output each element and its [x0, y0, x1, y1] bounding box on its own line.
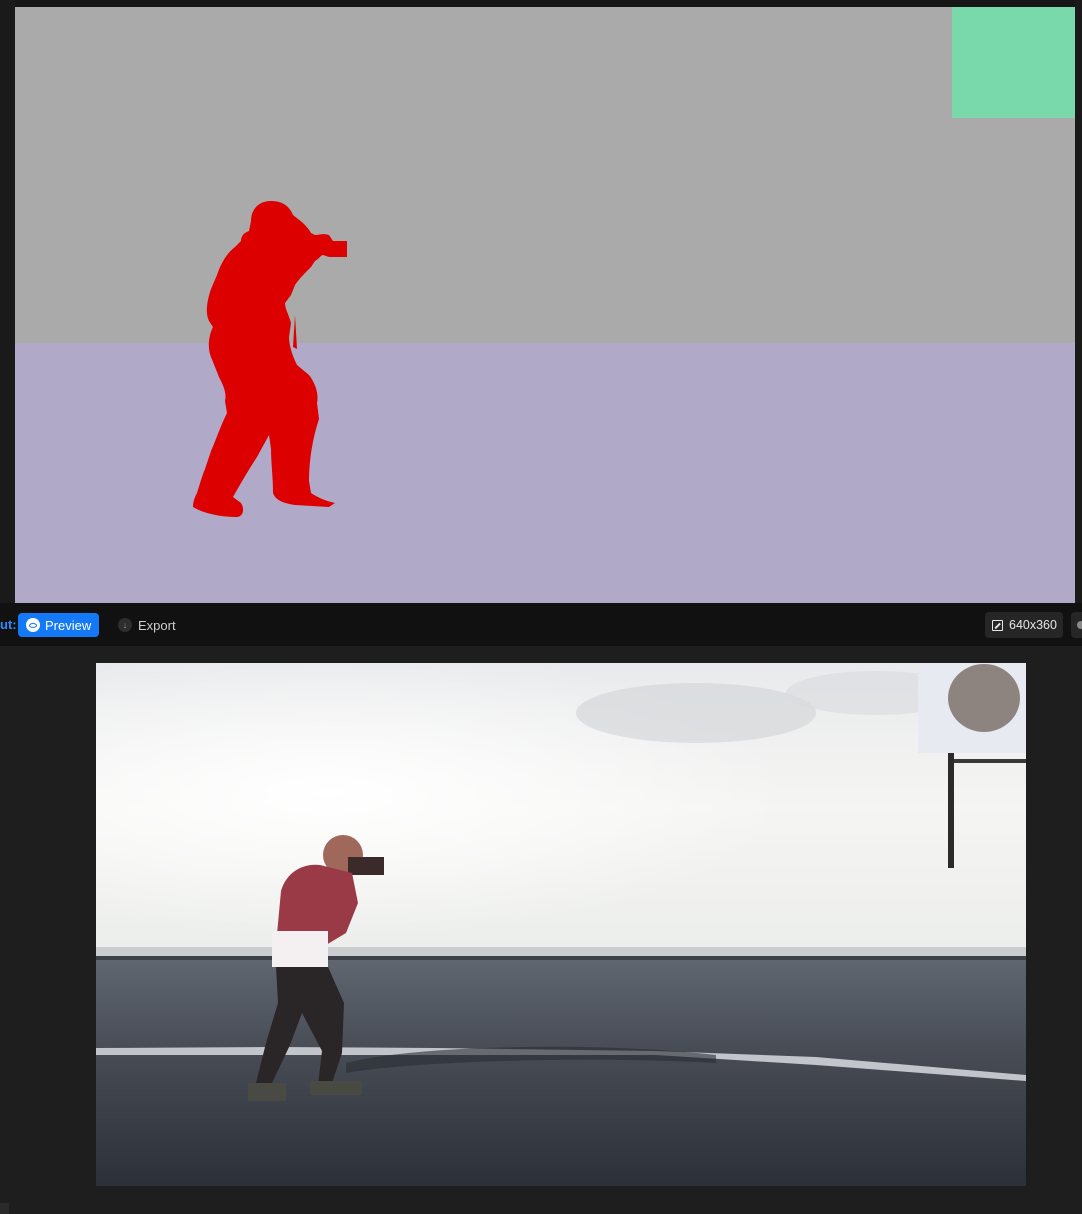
export-button-label: Export — [138, 617, 176, 633]
output-label: ut: — [0, 617, 17, 632]
resize-icon — [992, 619, 1003, 631]
resolution-badge[interactable]: 640x360 — [985, 612, 1063, 638]
generated-output-image — [96, 663, 1026, 1186]
more-icon — [1077, 621, 1082, 629]
resize-handle[interactable] — [0, 1203, 9, 1214]
segment-object — [952, 7, 1075, 118]
output-toolbar: ut: Preview ↓ Export 640x360 — [0, 603, 1082, 646]
more-button[interactable] — [1071, 612, 1082, 638]
resolution-label: 640x360 — [1009, 618, 1057, 632]
segmentation-canvas[interactable] — [15, 7, 1075, 603]
preview-button[interactable]: Preview — [18, 613, 99, 637]
left-border — [0, 0, 15, 604]
output-panel — [0, 646, 1082, 1214]
segment-person-photographer — [193, 201, 347, 517]
export-button[interactable]: ↓ Export — [118, 613, 176, 637]
preview-button-label: Preview — [45, 617, 92, 633]
segment-sky — [15, 7, 1075, 343]
top-border — [0, 0, 1082, 7]
right-border — [1075, 0, 1082, 604]
eye-icon — [26, 618, 40, 632]
download-icon: ↓ — [118, 618, 132, 632]
segment-ground — [15, 343, 1075, 603]
